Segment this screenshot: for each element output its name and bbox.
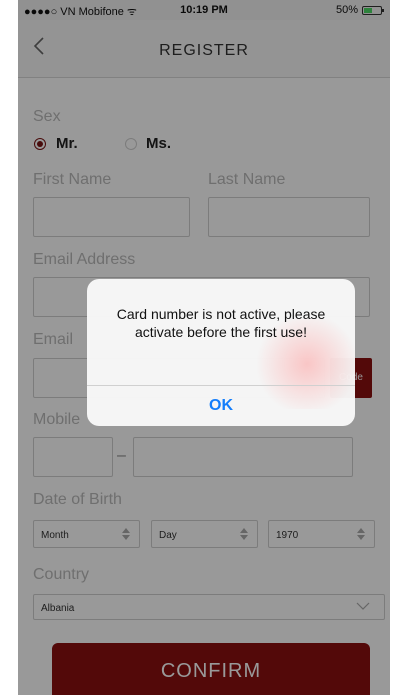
alert-message: Card number is not active, please activa… <box>116 306 326 340</box>
left-margin <box>0 0 18 695</box>
right-margin <box>390 0 408 695</box>
phone-screen: ●●●●○ VN Mobifone ᯤ 10:19 PM 50% REGISTE… <box>18 0 390 695</box>
alert-ok-button[interactable]: OK <box>87 385 355 426</box>
alert-dialog: Card number is not active, please activa… <box>87 279 355 426</box>
